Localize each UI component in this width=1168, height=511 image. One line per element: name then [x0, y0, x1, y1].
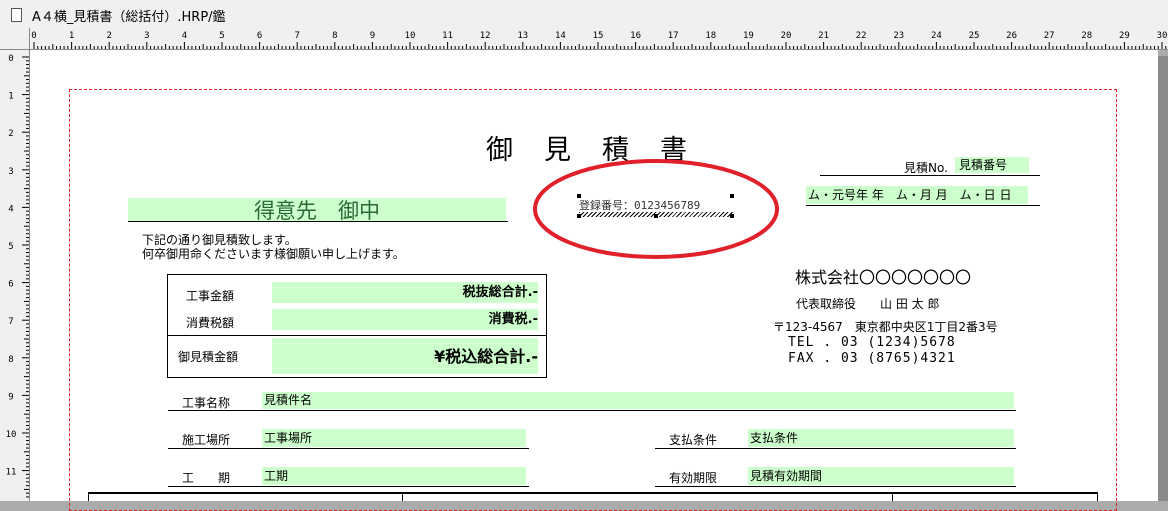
payment-field[interactable]: 支払条件 [748, 429, 1014, 447]
ruler-label: 30 [1157, 31, 1168, 41]
project-name-label[interactable]: 工事名称 [182, 394, 230, 411]
ruler-label: 5 [219, 31, 224, 41]
highlight-ellipse [533, 159, 779, 259]
total-amount-label[interactable]: 御見積金額 [178, 348, 238, 365]
estimate-no-field[interactable]: 見積番号 [955, 157, 1029, 173]
site-field[interactable]: 工事場所 [262, 429, 526, 447]
ruler-label: 23 [893, 31, 904, 41]
ruler-label: 3 [144, 31, 149, 41]
date-field[interactable]: ム・元号年 年 ム・月 月 ム・日 日 [806, 186, 1028, 204]
ruler-label: 4 [8, 204, 13, 214]
intro-line-2[interactable]: 何卒御用命くださいます様御願い申し上げます。 [142, 245, 405, 262]
ruler-label: 15 [593, 31, 604, 41]
window-titlebar: A４横_見積書（総括付）.HRP/鑑 [0, 0, 1168, 29]
ruler-label: 7 [294, 31, 299, 41]
ruler-label: 13 [517, 31, 528, 41]
ruler-label: 0 [8, 54, 13, 64]
ruler-label: 11 [442, 31, 453, 41]
ruler-label: 29 [1119, 31, 1130, 41]
ruler-label: 10 [405, 31, 416, 41]
tax-amount-field[interactable]: 消費税.- [272, 309, 538, 330]
detail-table-top [88, 492, 1098, 501]
ruler-label: 18 [705, 31, 716, 41]
company-tel[interactable]: TEL . 03 (1234)5678 [788, 335, 956, 350]
total-amount-field[interactable]: ¥税込総合計.- [272, 338, 538, 374]
horizontal-ruler[interactable]: 0 1 2 3 4 5 6 7 8 9 10 11 12 13 14 15 16 17 18 19 20 21 22 23 24… [0, 28, 1168, 50]
ruler-label: 26 [1006, 31, 1017, 41]
payment-label[interactable]: 支払条件 [669, 431, 717, 448]
ruler-label: 21 [818, 31, 829, 41]
window-title: A４横_見積書（総括付）.HRP/鑑 [32, 10, 226, 25]
vertical-ruler-ticks: 0 1 2 3 4 5 6 7 8 9 10 11 [6, 54, 29, 498]
construction-amount-field[interactable]: 税抜総合計.- [272, 282, 538, 303]
company-representative[interactable]: 代表取締役 山 田 太 郎 [796, 295, 939, 312]
ruler-label: 4 [182, 31, 187, 41]
horizontal-ruler-ticks: 0 1 2 3 4 5 6 7 8 9 10 11 12 13 14 15 16 17 18 19 20 21 22 23 24… [31, 31, 1168, 49]
validity-label[interactable]: 有効期限 [669, 469, 717, 486]
company-address[interactable]: 〒123-4567 東京都中央区1丁目2番3号 [773, 318, 998, 335]
tax-amount-label[interactable]: 消費税額 [186, 314, 234, 331]
ruler-label: 9 [8, 392, 13, 402]
ruler-label: 6 [257, 31, 262, 41]
company-name[interactable]: 株式会社〇〇〇〇〇〇〇 [795, 264, 971, 288]
ruler-label: 22 [856, 31, 867, 41]
period-label[interactable]: 工 期 [182, 469, 230, 486]
ruler-label: 8 [332, 31, 337, 41]
ruler-label: 10 [6, 430, 17, 440]
site-label[interactable]: 施工場所 [182, 431, 230, 448]
ruler-label: 7 [8, 317, 13, 327]
ruler-label: 3 [8, 167, 13, 177]
ruler-label: 9 [370, 31, 375, 41]
validity-field[interactable]: 見積有効期間 [748, 467, 1014, 485]
ruler-label: 25 [969, 31, 980, 41]
vertical-ruler[interactable]: 0 1 2 3 4 5 6 7 8 9 10 11 [0, 49, 30, 501]
ruler-label: 14 [555, 31, 566, 41]
ruler-label: 24 [931, 31, 942, 41]
ruler-label: 2 [8, 129, 13, 139]
page-shadow [1158, 56, 1168, 501]
estimate-no-underline [820, 175, 1040, 176]
document-icon [11, 8, 22, 22]
payment-underline [655, 448, 1016, 449]
date-underline [806, 205, 1040, 206]
customer-underline [128, 221, 508, 222]
ruler-label: 19 [743, 31, 754, 41]
period-underline [168, 486, 529, 487]
company-fax[interactable]: FAX . 03 (8765)4321 [788, 351, 956, 366]
ruler-label: 28 [1081, 31, 1092, 41]
detail-table-divider [402, 493, 403, 501]
customer-field[interactable]: 得意先 御中 [128, 198, 506, 223]
ruler-label: 12 [480, 31, 491, 41]
detail-table-divider [892, 493, 893, 501]
amounts-divider [167, 335, 546, 336]
ruler-label: 27 [1044, 31, 1055, 41]
ruler-label: 8 [8, 355, 13, 365]
period-field[interactable]: 工期 [262, 467, 526, 485]
ruler-label: 20 [781, 31, 792, 41]
ruler-label: 2 [106, 31, 111, 41]
ruler-label: 16 [630, 31, 641, 41]
ruler-label: 6 [8, 280, 13, 290]
ruler-label: 5 [8, 242, 13, 252]
construction-amount-label[interactable]: 工事金額 [186, 287, 234, 304]
ruler-label: 0 [31, 31, 36, 41]
ruler-label: 1 [69, 31, 74, 41]
site-underline [168, 448, 529, 449]
validity-underline [655, 486, 1016, 487]
ruler-corner [0, 28, 30, 50]
project-name-underline [168, 410, 1016, 411]
ruler-label: 1 [8, 92, 13, 102]
ruler-label: 11 [6, 468, 17, 478]
estimate-no-label[interactable]: 見積No. [904, 159, 948, 176]
ruler-label: 17 [668, 31, 679, 41]
project-name-field[interactable]: 見積件名 [262, 392, 1014, 409]
